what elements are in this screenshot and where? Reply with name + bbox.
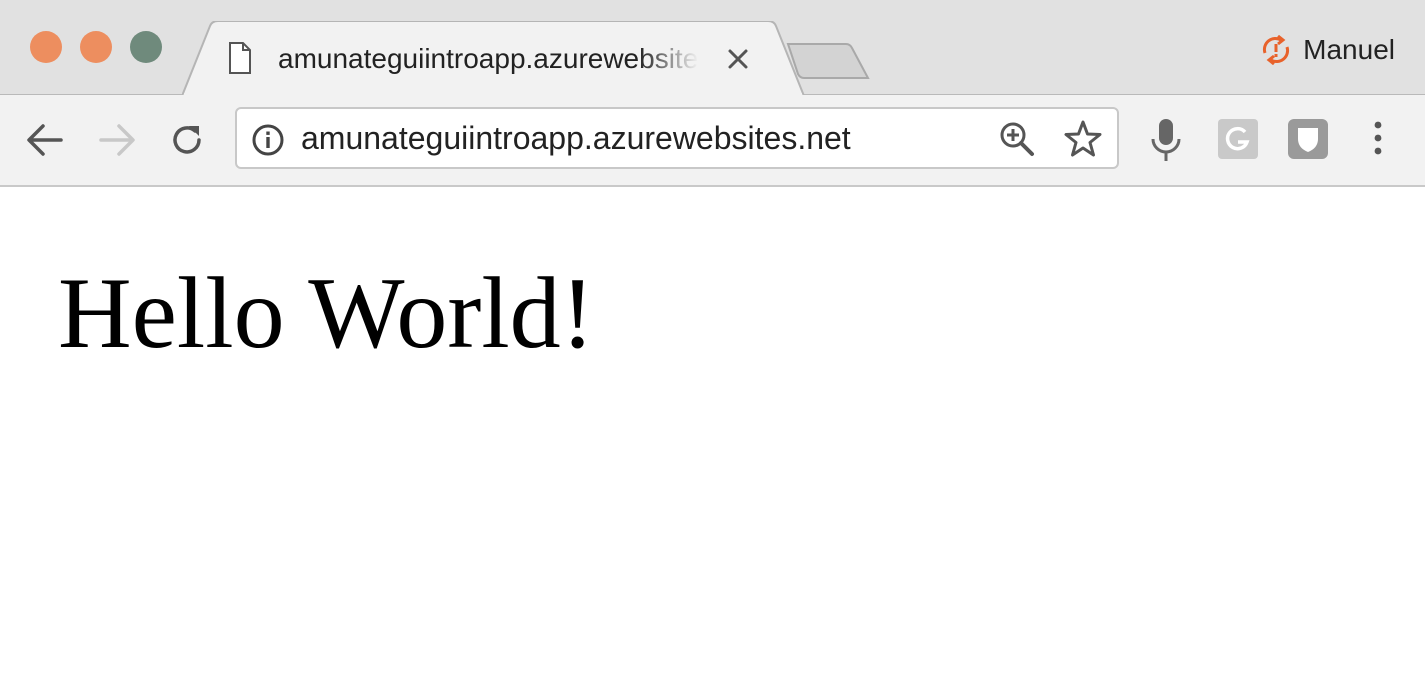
page-content: Hello World! (0, 187, 1425, 687)
new-tab-icon (786, 43, 870, 79)
close-tab-button[interactable] (722, 43, 754, 75)
tab-strip: amunateguiintroapp.azurewebsites.net M (0, 0, 1425, 96)
reload-button[interactable] (164, 117, 210, 163)
microphone-icon[interactable] (1146, 117, 1186, 168)
forward-button[interactable] (94, 117, 140, 163)
page-heading: Hello World! (58, 257, 595, 370)
sync-error-icon (1263, 35, 1290, 65)
back-button[interactable] (22, 117, 68, 163)
zoom-icon[interactable] (997, 119, 1037, 164)
close-window-button[interactable] (30, 31, 62, 63)
tab-title: amunateguiintroapp.azurewebsites.net (278, 43, 698, 74)
profile-button[interactable]: Manuel (1259, 30, 1395, 70)
address-text: amunateguiintroapp.azurewebsites.net (301, 120, 851, 156)
address-bar[interactable]: amunateguiintroapp.azurewebsites.net (235, 107, 1119, 169)
profile-name: Manuel (1303, 34, 1395, 65)
google-extension-icon[interactable] (1216, 117, 1260, 166)
minimize-window-button[interactable] (80, 31, 112, 63)
maximize-window-button[interactable] (130, 31, 162, 63)
toolbar: amunateguiintroapp.azurewebsites.net (0, 95, 1425, 187)
back-arrow-icon (27, 124, 63, 156)
active-tab[interactable]: amunateguiintroapp.azurewebsites.net (182, 21, 812, 96)
menu-icon[interactable] (1366, 117, 1390, 166)
browser-window: amunateguiintroapp.azurewebsites.net M (0, 0, 1425, 687)
info-icon[interactable] (251, 123, 285, 162)
forward-arrow-icon (99, 124, 135, 156)
extension-icon[interactable] (1286, 117, 1330, 166)
document-icon (227, 41, 253, 80)
new-tab-button[interactable] (784, 40, 870, 87)
close-icon (728, 49, 748, 69)
star-icon[interactable] (1063, 119, 1103, 164)
reload-icon (173, 126, 201, 154)
